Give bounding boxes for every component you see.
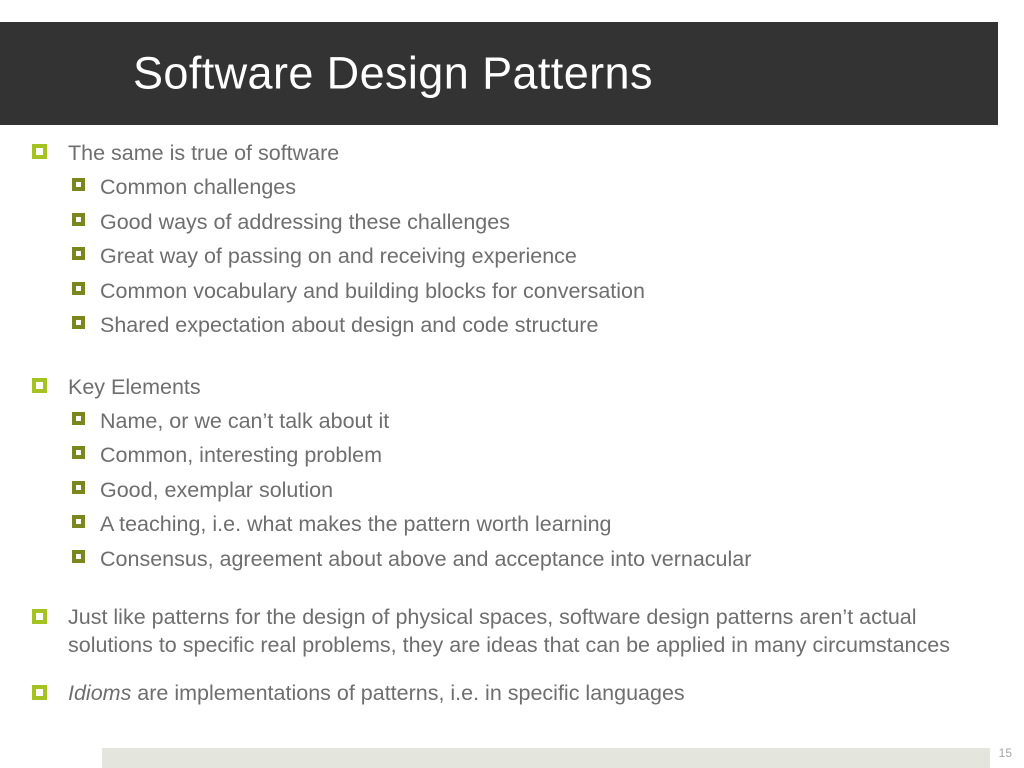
- bullet-square-icon: [72, 446, 85, 459]
- bullet-level1-idioms: Idioms are implementations of patterns, …: [0, 679, 1024, 707]
- bullet-square-icon: [72, 247, 85, 260]
- bullet-square-icon: [72, 212, 85, 226]
- bullet-text: Key Elements: [68, 374, 201, 399]
- bullet-level2-good-ways: Good ways of addressing these challenges: [0, 205, 1024, 240]
- bullet-text: Idioms are implementations of patterns, …: [68, 679, 958, 707]
- bullet-level2-consensus: Consensus, agreement about above and acc…: [0, 542, 1024, 577]
- slide-number: 15: [998, 746, 1012, 760]
- bullet-level2-a-teaching: A teaching, i.e. what makes the pattern …: [0, 507, 1024, 542]
- bullet-square-icon: [32, 144, 47, 159]
- bullet-square-icon: [72, 480, 85, 494]
- bullet-level1-paragraph: Just like patterns for the design of phy…: [0, 603, 1024, 659]
- bullet-text: Great way of passing on and receiving ex…: [100, 244, 577, 268]
- bullet-square-icon: [72, 515, 85, 528]
- slide-title-bar: Software Design Patterns: [0, 22, 998, 125]
- bullet-square-icon: [72, 316, 85, 329]
- emphasis-word: Idioms: [68, 681, 132, 705]
- bullet-square-icon: [32, 609, 47, 624]
- bullet-square-icon: [72, 178, 85, 191]
- footer-bar: [102, 748, 990, 768]
- page-title: Software Design Patterns: [133, 47, 653, 99]
- bullet-text: The same is true of software: [68, 141, 340, 165]
- bullet-level2-common-problem: Common, interesting problem: [0, 438, 1024, 473]
- bullet-level2-shared-expectation: Shared expectation about design and code…: [0, 308, 1024, 343]
- bullet-text: Just like patterns for the design of phy…: [68, 605, 950, 657]
- bullet-text: Good, exemplar solution: [100, 477, 334, 502]
- bullet-text: Common challenges: [100, 175, 296, 199]
- bullet-text: Common, interesting problem: [100, 443, 383, 467]
- bullet-text: Good ways of addressing these challenges: [100, 209, 510, 234]
- bullet-level1-same-is-true: The same is true of software: [0, 136, 1024, 170]
- bullet-level2-common-challenges: Common challenges: [0, 170, 1024, 205]
- bullet-level1-key-elements: Key Elements: [0, 370, 1024, 404]
- bullet-square-icon: [72, 281, 85, 295]
- bullet-square-icon: [32, 377, 47, 393]
- bullet-level2-common-vocabulary: Common vocabulary and building blocks fo…: [0, 274, 1024, 309]
- bullet-square-icon: [72, 411, 85, 425]
- bullet-square-icon: [72, 549, 85, 563]
- bullet-text: Name, or we can’t talk about it: [100, 408, 390, 433]
- bullet-level2-great-way: Great way of passing on and receiving ex…: [0, 239, 1024, 274]
- bullet-text: Shared expectation about design and code…: [100, 313, 599, 337]
- bullet-level2-name: Name, or we can’t talk about it: [0, 404, 1024, 439]
- slide-content-body: The same is true of software Common chal…: [0, 136, 1024, 707]
- closing-rest: are implementations of patterns, i.e. in…: [131, 681, 685, 705]
- bullet-text: Common vocabulary and building blocks fo…: [100, 278, 645, 303]
- bullet-square-icon: [32, 685, 47, 700]
- bullet-level2-exemplar-solution: Good, exemplar solution: [0, 473, 1024, 508]
- bullet-text: Consensus, agreement about above and acc…: [100, 546, 752, 571]
- bullet-text: A teaching, i.e. what makes the pattern …: [100, 512, 612, 536]
